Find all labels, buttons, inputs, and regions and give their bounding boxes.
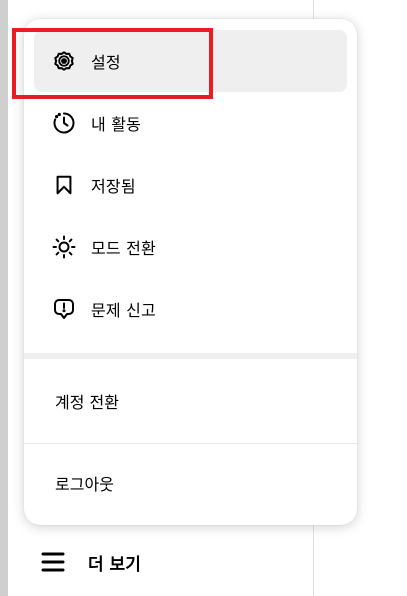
switch-account-item[interactable]: 계정 전환: [24, 370, 357, 432]
scrollbar[interactable]: [0, 0, 8, 596]
gear-icon: [52, 49, 76, 73]
activity-clock-icon: [52, 111, 76, 135]
switch-account-label: 계정 전환: [55, 393, 119, 412]
logout-label: 로그아웃: [55, 475, 114, 494]
more-button[interactable]: 더 보기: [36, 540, 176, 584]
logout-item[interactable]: 로그아웃: [24, 452, 357, 514]
more-menu-popup: 설정 내 활동 저장됨 모드 전환 문제 신고 계정 전환 로그아웃: [24, 19, 357, 525]
menu-item-settings[interactable]: 설정: [34, 30, 347, 92]
report-problem-icon: [52, 297, 76, 321]
menu-item-saved[interactable]: 저장됨: [34, 154, 347, 216]
more-label: 더 보기: [88, 554, 141, 575]
menu-item-switch-mode[interactable]: 모드 전환: [34, 216, 347, 278]
menu-item-report-problem[interactable]: 문제 신고: [34, 278, 347, 340]
menu-item-label: 설정: [91, 53, 121, 72]
hamburger-menu-icon: [40, 549, 66, 575]
menu-item-label: 모드 전환: [91, 239, 156, 258]
menu-item-label: 내 활동: [91, 115, 142, 134]
page: 설정 내 활동 저장됨 모드 전환 문제 신고 계정 전환 로그아웃 더 보기: [0, 0, 407, 596]
menu-item-my-activity[interactable]: 내 활동: [34, 92, 347, 154]
menu-item-label: 문제 신고: [91, 301, 156, 320]
bookmark-icon: [52, 173, 76, 197]
menu-item-label: 저장됨: [91, 177, 136, 196]
menu-section-divider: [24, 353, 357, 359]
sun-icon: [52, 235, 76, 259]
menu-divider: [24, 443, 357, 444]
